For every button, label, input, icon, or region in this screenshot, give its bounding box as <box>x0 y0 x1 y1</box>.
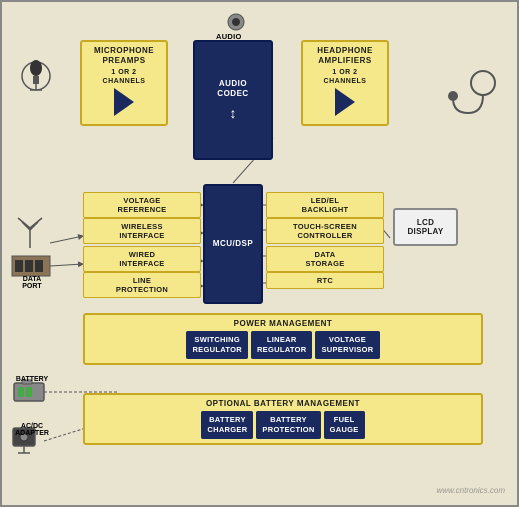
power-blocks-container: SWITCHINGREGULATOR LINEARREGULATOR VOLTA… <box>89 331 477 359</box>
mic-channels-label: 1 OR 2CHANNELS <box>103 69 146 86</box>
microphone-box: MICROPHONEPREAMPS 1 OR 2CHANNELS <box>80 40 168 126</box>
touch-screen-section: TOUCH-SCREENCONTROLLER <box>266 218 384 244</box>
switching-regulator-block: SWITCHINGREGULATOR <box>186 331 248 359</box>
main-container: AUDIOJACK MICROPHONEPREAMPS 1 OR 2CHANNE… <box>0 0 519 507</box>
adapter-label: AC/DCADAPTER <box>10 423 54 437</box>
diagram: AUDIOJACK MICROPHONEPREAMPS 1 OR 2CHANNE… <box>8 8 515 503</box>
battery-charger-block: BATTERYCHARGER <box>201 411 253 439</box>
led-section: LED/ELBACKLIGHT <box>266 192 384 218</box>
mic-amp-triangle <box>114 88 134 116</box>
wired-section: WIREDINTERFACE <box>83 246 201 272</box>
optional-battery-title: OPTIONAL BATTERY MANAGEMENT <box>89 399 477 408</box>
mcu-label: MCU/DSP <box>213 239 253 249</box>
led-box: LED/ELBACKLIGHT <box>266 192 384 218</box>
power-management-title: POWER MANAGEMENT <box>89 319 477 328</box>
hp-channels-label: 1 OR 2CHANNELS <box>324 69 367 86</box>
data-storage-section: DATASTORAGE <box>266 246 384 272</box>
linear-regulator-block: LINEARREGULATOR <box>251 331 313 359</box>
voltage-ref-section: VOLTAGEREFERENCE <box>83 192 201 218</box>
optional-battery-section: OPTIONAL BATTERY MANAGEMENT BATTERYCHARG… <box>83 393 483 445</box>
voltage-ref-box: VOLTAGEREFERENCE <box>83 192 201 218</box>
fuel-gauge-block: FUELGAUGE <box>324 411 365 439</box>
power-management-section: POWER MANAGEMENT SWITCHINGREGULATOR LINE… <box>83 313 483 365</box>
microphone-label: MICROPHONEPREAMPS <box>86 46 162 65</box>
lcd-box: LCD DISPLAY <box>393 208 458 246</box>
audio-codec-section: AUDIOCODEC ↕ <box>193 40 273 160</box>
watermark: www.cntronics.com <box>437 486 505 495</box>
voltage-supervisor-block: VOLTAGESUPERVISOR <box>315 331 379 359</box>
touch-screen-box: TOUCH-SCREENCONTROLLER <box>266 218 384 244</box>
battery-blocks-container: BATTERYCHARGER BATTERYPROTECTION FUELGAU… <box>89 411 477 439</box>
mcu-box: MCU/DSP <box>203 184 263 304</box>
rtc-section: RTC <box>266 272 384 289</box>
headphone-box: HEADPHONEAMPLIFIERS 1 OR 2CHANNELS <box>301 40 389 126</box>
audio-codec-label: AUDIOCODEC <box>217 79 248 98</box>
codec-arrows: ↕ <box>230 105 237 121</box>
power-management-box: POWER MANAGEMENT SWITCHINGREGULATOR LINE… <box>83 313 483 365</box>
battery-protection-block: BATTERYPROTECTION <box>256 411 320 439</box>
audio-codec-box: AUDIOCODEC ↕ <box>193 40 273 160</box>
wired-box: WIREDINTERFACE <box>83 246 201 272</box>
microphone-section: MICROPHONEPREAMPS 1 OR 2CHANNELS <box>80 40 168 126</box>
data-port-label: DATAPORT <box>10 276 54 290</box>
wireless-section: WIRELESSINTERFACE <box>83 218 201 244</box>
wireless-box: WIRELESSINTERFACE <box>83 218 201 244</box>
rtc-box: RTC <box>266 272 384 289</box>
data-storage-box: DATASTORAGE <box>266 246 384 272</box>
headphone-section: HEADPHONEAMPLIFIERS 1 OR 2CHANNELS <box>301 40 389 126</box>
battery-label: BATTERY <box>10 376 54 383</box>
optional-battery-box: OPTIONAL BATTERY MANAGEMENT BATTERYCHARG… <box>83 393 483 445</box>
line-protection-box: LINEPROTECTION <box>83 272 201 298</box>
headphone-label: HEADPHONEAMPLIFIERS <box>307 46 383 65</box>
hp-amp-triangle <box>335 88 355 116</box>
line-protection-section: LINEPROTECTION <box>83 272 201 298</box>
mcu-section: MCU/DSP <box>203 184 263 304</box>
lcd-section: LCD DISPLAY <box>393 208 458 246</box>
